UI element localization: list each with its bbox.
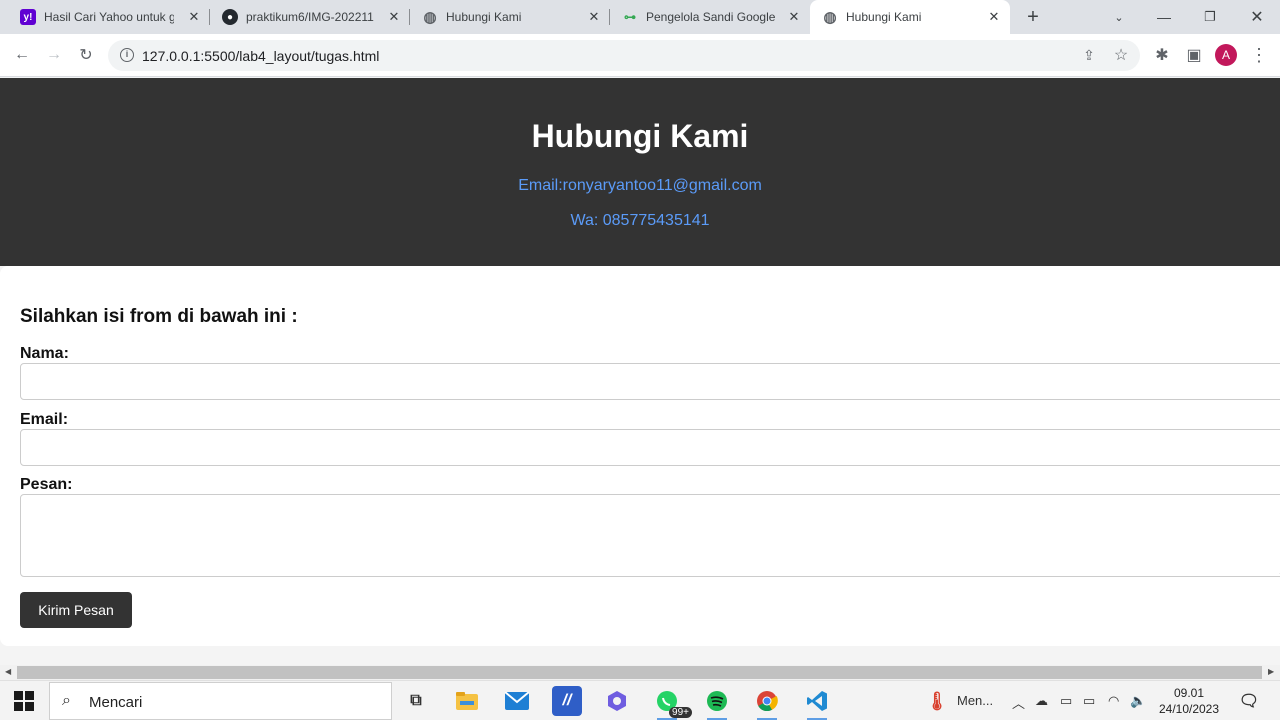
browser-tab[interactable]: ⊶ Pengelola Sandi Google ✕	[610, 0, 810, 34]
battery-icon[interactable]: ▭	[1083, 693, 1095, 709]
clock-date: 24/10/2023	[1158, 702, 1220, 716]
mail-icon[interactable]	[502, 686, 532, 716]
volume-icon[interactable]: 🔈	[1130, 693, 1146, 709]
file-explorer-icon[interactable]	[452, 686, 482, 716]
email-input[interactable]	[20, 429, 1280, 466]
form-heading: Silahkan isi from di bawah ini :	[20, 306, 298, 327]
tab-title: Hasil Cari Yahoo untuk gi	[44, 10, 174, 24]
tab-title: Hubungi Kami	[446, 10, 522, 24]
weather-icon[interactable]: 🌡	[922, 686, 952, 716]
restore-icon[interactable]: ❐	[1187, 0, 1233, 34]
email-label: Email:	[20, 411, 69, 428]
whatsapp-icon[interactable]: 99+	[652, 686, 692, 720]
menu-kebab-icon[interactable]: ⋮	[1246, 42, 1272, 68]
taskbar-search[interactable]: ⌕ Mencari	[49, 682, 392, 720]
tab-title: Pengelola Sandi Google	[646, 10, 776, 24]
github-icon: ●	[222, 9, 238, 25]
globe-icon: ◍	[423, 9, 437, 26]
url-text[interactable]: 127.0.0.1:5500/lab4_layout/tugas.html	[142, 48, 379, 64]
taskbar-clock[interactable]: 09.01 24/10/2023	[1152, 685, 1226, 717]
notification-center-icon[interactable]: 🗨	[1234, 686, 1264, 716]
new-tab-icon[interactable]: +	[1022, 6, 1044, 29]
back-icon[interactable]: ←	[9, 42, 35, 68]
spotify-icon[interactable]	[702, 686, 732, 720]
page-header: Hubungi Kami Email:ronyaryantoo11@gmail.…	[0, 78, 1280, 266]
key-icon: ⊶	[624, 10, 636, 24]
globe-icon: ◍	[823, 9, 837, 26]
contact-form-card: Silahkan isi from di bawah ini : Nama: E…	[0, 266, 1280, 646]
copilot-icon[interactable]	[602, 686, 632, 716]
browser-tab-active[interactable]: ◍ Hubungi Kami ✕	[810, 0, 1010, 34]
contact-whatsapp: Wa: 085775435141	[570, 212, 710, 229]
message-textarea[interactable]	[20, 494, 1280, 577]
tab-title: praktikum6/IMG-202211	[246, 10, 374, 24]
chrome-icon[interactable]	[752, 686, 782, 720]
tab-strip: y! Hasil Cari Yahoo untuk gi ✕ ● praktik…	[0, 0, 1280, 34]
minimize-icon[interactable]: —	[1141, 0, 1187, 34]
profile-avatar[interactable]: A	[1215, 44, 1237, 66]
vscode-icon[interactable]	[802, 686, 832, 720]
yahoo-icon: y!	[20, 9, 36, 25]
name-label: Nama:	[20, 345, 69, 362]
meet-now-icon[interactable]: ▭	[1060, 693, 1072, 709]
close-tab-icon[interactable]: ✕	[386, 9, 402, 25]
wifi-icon[interactable]: ◠	[1108, 693, 1119, 709]
chevron-up-icon[interactable]: ︿	[1012, 693, 1025, 712]
submit-button[interactable]: Kirim Pesan	[20, 592, 132, 628]
search-icon: ⌕	[62, 692, 71, 709]
browser-tab[interactable]: y! Hasil Cari Yahoo untuk gi ✕	[8, 0, 210, 34]
browser-tab[interactable]: ◍ Hubungi Kami ✕	[410, 0, 610, 34]
close-tab-icon[interactable]: ✕	[786, 9, 802, 25]
scroll-left-icon[interactable]: ◀	[5, 667, 11, 676]
notification-badge: 99+	[669, 707, 692, 718]
message-label: Pesan:	[20, 476, 73, 493]
contact-email: Email:ronyaryantoo11@gmail.com	[518, 177, 762, 194]
close-tab-icon[interactable]: ✕	[586, 9, 602, 25]
close-window-icon[interactable]: ✕	[1234, 0, 1280, 34]
close-tab-icon[interactable]: ✕	[186, 9, 202, 25]
task-view-icon[interactable]: ⧉	[401, 686, 431, 716]
close-tab-icon[interactable]: ✕	[986, 9, 1002, 25]
search-placeholder: Mencari	[89, 694, 143, 711]
address-bar[interactable]: i 127.0.0.1:5500/lab4_layout/tugas.html …	[108, 40, 1140, 71]
bookmark-star-icon[interactable]: ☆	[1108, 42, 1134, 68]
name-input[interactable]	[20, 363, 1280, 400]
scrollbar-thumb[interactable]	[17, 666, 1262, 679]
forward-icon[interactable]: →	[41, 42, 67, 68]
weather-text[interactable]: Men...	[957, 693, 993, 708]
code-editor-icon[interactable]: //	[552, 686, 582, 716]
clock-time: 09.01	[1173, 686, 1205, 700]
start-icon[interactable]	[14, 691, 34, 711]
browser-tab[interactable]: ● praktikum6/IMG-202211 ✕	[210, 0, 410, 34]
scroll-right-icon[interactable]: ▶	[1268, 667, 1274, 676]
page-title: Hubungi Kami	[531, 118, 749, 154]
horizontal-scrollbar[interactable]: ◀ ▶	[0, 665, 1280, 680]
page-viewport: Hubungi Kami Email:ronyaryantoo11@gmail.…	[0, 78, 1280, 665]
tab-title: Hubungi Kami	[846, 10, 922, 24]
windows-taskbar: ⌕ Mencari ⧉ // 99+ 🌡 Men... ︿ ☁ ▭ ▭ ◠ 🔈 …	[0, 680, 1280, 720]
onedrive-icon[interactable]: ☁	[1035, 693, 1048, 709]
site-info-icon[interactable]: i	[120, 48, 134, 62]
share-icon[interactable]: ⇪	[1076, 42, 1102, 68]
side-panel-icon[interactable]: ▣	[1181, 42, 1207, 68]
tab-search-icon[interactable]: ⌄	[1096, 0, 1142, 34]
browser-toolbar: ← → ↻ i 127.0.0.1:5500/lab4_layout/tugas…	[0, 34, 1280, 77]
extensions-icon[interactable]: ✱	[1149, 42, 1175, 68]
reload-icon[interactable]: ↻	[73, 42, 99, 68]
